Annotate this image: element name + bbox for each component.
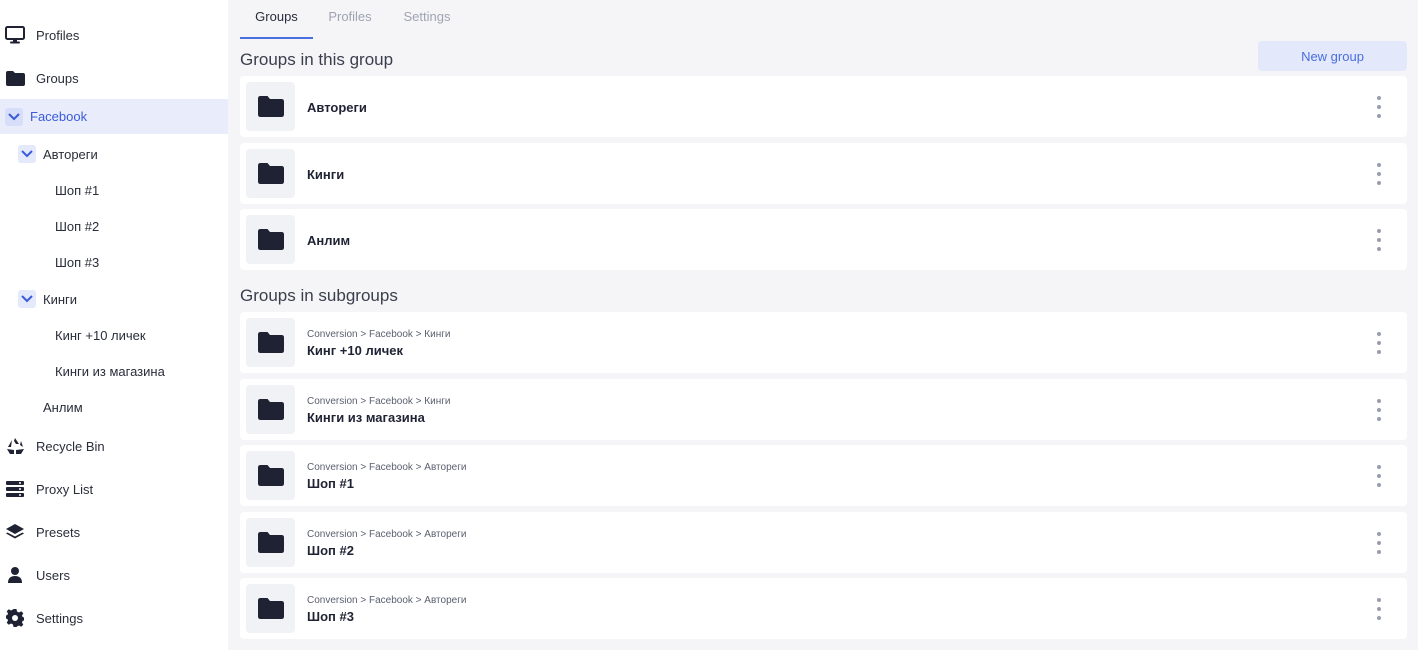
folder-icon	[246, 385, 295, 434]
group-name: Шоп #2	[307, 543, 354, 558]
more-options-icon[interactable]	[1369, 163, 1389, 185]
sidebar-item-label: Presets	[36, 524, 81, 540]
subgroup-card[interactable]: Conversion > Facebook > Автореги Шоп #3	[240, 578, 1407, 639]
subgroup-card[interactable]: Conversion > Facebook > Кинги Кинги из м…	[240, 379, 1407, 440]
group-path: Conversion > Facebook > Автореги	[307, 595, 467, 606]
tree-item-kingi[interactable]: Кинги	[18, 284, 77, 314]
tree-item-label: Анлим	[43, 399, 83, 415]
folder-icon	[5, 68, 25, 88]
group-name: Кинг +10 личек	[307, 343, 404, 358]
sidebar-item-recycle-bin[interactable]: Recycle Bin	[0, 428, 228, 464]
group-name: Анлим	[307, 233, 351, 248]
sidebar-item-label: Proxy List	[36, 481, 94, 497]
more-options-icon[interactable]	[1369, 399, 1389, 421]
folder-icon	[246, 451, 295, 500]
more-options-icon[interactable]	[1369, 532, 1389, 554]
server-icon	[5, 479, 25, 499]
group-name: Шоп #3	[307, 609, 354, 624]
more-options-icon[interactable]	[1369, 465, 1389, 487]
tree-item-label: Кинг +10 личек	[55, 327, 146, 343]
folder-icon	[246, 318, 295, 367]
tree-item-shop-3[interactable]: Шоп #3	[55, 247, 99, 277]
tree-item-label: Шоп #1	[55, 182, 100, 198]
folder-icon	[246, 518, 295, 567]
sidebar-item-label: Facebook	[30, 109, 88, 124]
user-icon	[5, 565, 25, 585]
new-group-button[interactable]: New group	[1258, 41, 1407, 71]
tree-item-anlim[interactable]: Анлим	[43, 392, 83, 422]
sidebar-item-groups[interactable]: Groups	[0, 60, 228, 96]
tree-item-king-10[interactable]: Кинг +10 личек	[55, 320, 146, 350]
sidebar-item-label: Recycle Bin	[36, 438, 105, 454]
tree-item-label: Шоп #2	[55, 218, 100, 234]
tree-item-label: Шоп #3	[55, 254, 100, 270]
more-options-icon[interactable]	[1369, 598, 1389, 620]
section-title-this-group: Groups in this group	[240, 50, 394, 69]
group-name: Кинги	[307, 167, 345, 182]
group-name: Шоп #1	[307, 476, 354, 491]
folder-icon	[246, 82, 295, 131]
monitor-icon	[5, 25, 25, 45]
group-path: Conversion > Facebook > Автореги	[307, 529, 467, 540]
tab-groups[interactable]: Groups	[240, 0, 313, 40]
tree-item-label: Кинги	[43, 291, 78, 307]
folder-icon	[246, 215, 295, 264]
sidebar: Profiles Groups Facebook Автореги Шоп #1…	[0, 0, 228, 650]
tree-item-label: Кинги из магазина	[55, 363, 165, 379]
sidebar-item-label: Profiles	[36, 27, 80, 43]
gear-icon	[5, 608, 25, 628]
group-path: Conversion > Facebook > Автореги	[307, 462, 467, 473]
sidebar-item-label: Groups	[36, 70, 79, 86]
folder-icon	[246, 584, 295, 633]
sidebar-item-label: Users	[36, 567, 70, 583]
sidebar-item-settings[interactable]: Settings	[0, 600, 228, 636]
sidebar-item-proxy-list[interactable]: Proxy List	[0, 471, 228, 507]
tab-profiles[interactable]: Profiles	[318, 0, 382, 40]
chevron-down-icon[interactable]	[5, 107, 23, 126]
group-name: Кинги из магазина	[307, 410, 425, 425]
sidebar-item-users[interactable]: Users	[0, 557, 228, 593]
tab-settings[interactable]: Settings	[392, 0, 462, 40]
chevron-down-icon[interactable]	[18, 290, 36, 308]
group-card[interactable]: Автореги	[240, 76, 1407, 137]
group-card[interactable]: Кинги	[240, 143, 1407, 204]
tree-item-shop-1[interactable]: Шоп #1	[55, 175, 99, 205]
sidebar-item-label: Settings	[36, 610, 83, 626]
layers-icon	[5, 522, 25, 542]
tree-item-kingi-magazin[interactable]: Кинги из магазина	[55, 356, 165, 386]
subgroup-card[interactable]: Conversion > Facebook > Кинги Кинг +10 л…	[240, 312, 1407, 373]
tree-item-label: Автореги	[43, 146, 98, 162]
more-options-icon[interactable]	[1369, 332, 1389, 354]
group-path: Conversion > Facebook > Кинги	[307, 396, 451, 407]
folder-icon	[246, 149, 295, 198]
group-card[interactable]: Анлим	[240, 209, 1407, 270]
more-options-icon[interactable]	[1369, 229, 1389, 251]
tree-item-shop-2[interactable]: Шоп #2	[55, 211, 99, 241]
recycle-icon	[5, 436, 25, 456]
subgroup-card[interactable]: Conversion > Facebook > Автореги Шоп #2	[240, 512, 1407, 573]
group-name: Автореги	[307, 100, 367, 115]
more-options-icon[interactable]	[1369, 96, 1389, 118]
sidebar-item-presets[interactable]: Presets	[0, 514, 228, 550]
section-title-subgroups: Groups in subgroups	[240, 286, 398, 305]
tree-item-avtoregi[interactable]: Автореги	[18, 139, 98, 169]
sidebar-item-profiles[interactable]: Profiles	[0, 17, 228, 53]
tab-active-indicator	[240, 37, 313, 39]
group-path: Conversion > Facebook > Кинги	[307, 329, 451, 340]
sidebar-item-facebook[interactable]: Facebook	[0, 99, 228, 134]
chevron-down-icon[interactable]	[18, 145, 36, 163]
subgroup-card[interactable]: Conversion > Facebook > Автореги Шоп #1	[240, 445, 1407, 506]
